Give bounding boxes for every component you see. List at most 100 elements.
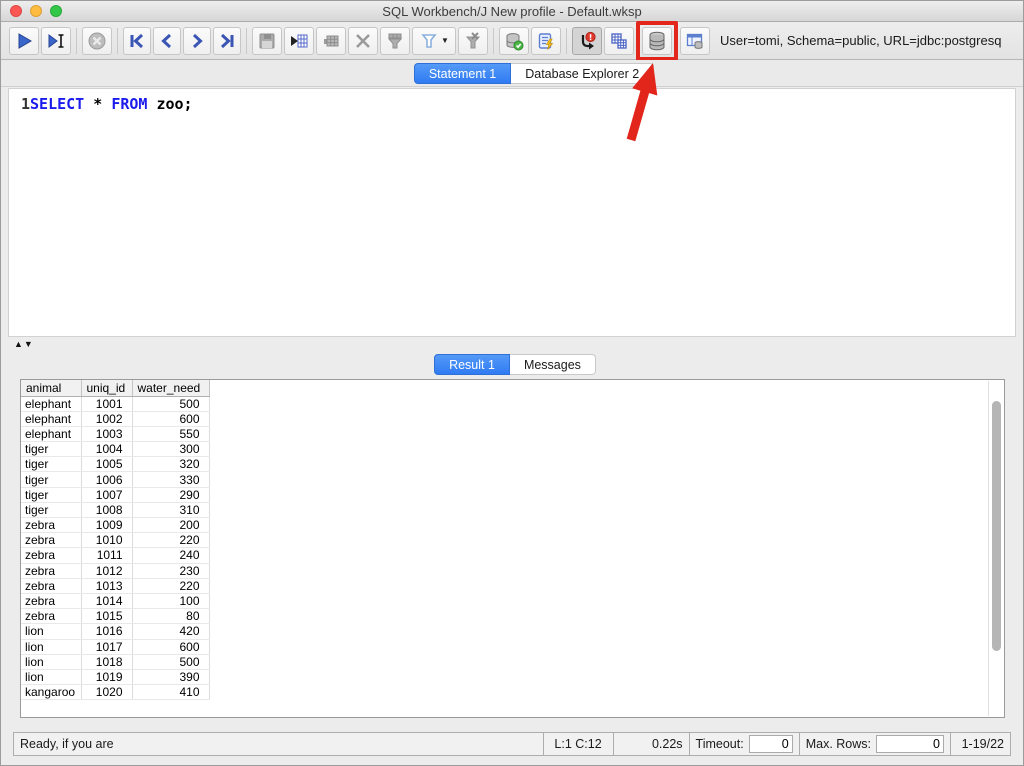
table-cell[interactable]: 220 xyxy=(132,533,209,548)
table-row[interactable]: lion1019390 xyxy=(21,669,209,684)
table-cell[interactable]: 320 xyxy=(132,457,209,472)
table-cell[interactable]: 80 xyxy=(132,609,209,624)
table-cell[interactable]: lion xyxy=(21,654,81,669)
table-row[interactable]: zebra1010220 xyxy=(21,533,209,548)
table-cell[interactable]: 1010 xyxy=(81,533,132,548)
table-cell[interactable]: 1007 xyxy=(81,487,132,502)
sql-editor[interactable]: 1SELECT * FROM zoo; xyxy=(8,88,1016,337)
table-cell[interactable]: 1017 xyxy=(81,639,132,654)
table-cell[interactable]: zebra xyxy=(21,518,81,533)
next-statement-button[interactable] xyxy=(183,27,211,55)
table-cell[interactable]: 200 xyxy=(132,518,209,533)
table-row[interactable]: lion1016420 xyxy=(21,624,209,639)
ignore-errors-toggle[interactable] xyxy=(572,27,602,55)
execute-all-button[interactable] xyxy=(9,27,39,55)
new-window-button[interactable] xyxy=(604,27,634,55)
table-row[interactable]: lion1017600 xyxy=(21,639,209,654)
table-cell[interactable]: 1009 xyxy=(81,518,132,533)
scrollbar-thumb[interactable] xyxy=(992,401,1001,651)
table-cell[interactable]: 1011 xyxy=(81,548,132,563)
table-cell[interactable]: zebra xyxy=(21,548,81,563)
table-cell[interactable]: zebra xyxy=(21,563,81,578)
tab-database-explorer-2[interactable]: Database Explorer 2 xyxy=(511,63,654,84)
table-row[interactable]: tiger1004300 xyxy=(21,442,209,457)
vertical-scrollbar[interactable] xyxy=(988,381,1003,716)
table-cell[interactable]: tiger xyxy=(21,502,81,517)
tab-statement-1[interactable]: Statement 1 xyxy=(414,63,511,84)
table-cell[interactable]: 1016 xyxy=(81,624,132,639)
execute-current-button[interactable] xyxy=(41,27,71,55)
table-cell[interactable]: 1012 xyxy=(81,563,132,578)
table-cell[interactable]: 240 xyxy=(132,548,209,563)
table-row[interactable]: kangaroo1020410 xyxy=(21,685,209,700)
table-cell[interactable]: 1001 xyxy=(81,396,132,411)
table-row[interactable]: elephant1003550 xyxy=(21,426,209,441)
table-cell[interactable]: 1005 xyxy=(81,457,132,472)
tab-result-1[interactable]: Result 1 xyxy=(434,354,510,375)
column-header-uniq-id[interactable]: uniq_id xyxy=(81,380,132,396)
table-cell[interactable]: 410 xyxy=(132,685,209,700)
table-cell[interactable]: zebra xyxy=(21,578,81,593)
last-statement-button[interactable] xyxy=(213,27,241,55)
table-cell[interactable]: tiger xyxy=(21,487,81,502)
table-row[interactable]: zebra1012230 xyxy=(21,563,209,578)
table-row[interactable]: elephant1001500 xyxy=(21,396,209,411)
table-cell[interactable]: elephant xyxy=(21,396,81,411)
table-cell[interactable]: 230 xyxy=(132,563,209,578)
table-cell[interactable]: 500 xyxy=(132,396,209,411)
table-cell[interactable]: 1015 xyxy=(81,609,132,624)
max-rows-input[interactable] xyxy=(876,735,944,753)
timeout-input[interactable] xyxy=(749,735,793,753)
table-cell[interactable]: 1006 xyxy=(81,472,132,487)
table-row[interactable]: elephant1002600 xyxy=(21,411,209,426)
table-cell[interactable]: 1014 xyxy=(81,593,132,608)
table-cell[interactable]: zebra xyxy=(21,593,81,608)
table-cell[interactable]: kangaroo xyxy=(21,685,81,700)
table-cell[interactable]: 1003 xyxy=(81,426,132,441)
connect-database-button[interactable] xyxy=(642,27,672,55)
table-row[interactable]: zebra1011240 xyxy=(21,548,209,563)
table-cell[interactable]: 1018 xyxy=(81,654,132,669)
table-cell[interactable]: 1004 xyxy=(81,442,132,457)
table-cell[interactable]: 290 xyxy=(132,487,209,502)
table-cell[interactable]: 220 xyxy=(132,578,209,593)
commit-button[interactable] xyxy=(499,27,529,55)
table-row[interactable]: tiger1006330 xyxy=(21,472,209,487)
table-cell[interactable]: zebra xyxy=(21,533,81,548)
table-cell[interactable]: tiger xyxy=(21,457,81,472)
table-cell[interactable]: lion xyxy=(21,624,81,639)
table-cell[interactable]: 100 xyxy=(132,593,209,608)
table-row[interactable]: zebra1013220 xyxy=(21,578,209,593)
table-cell[interactable]: 1008 xyxy=(81,502,132,517)
table-cell[interactable]: 300 xyxy=(132,442,209,457)
table-row[interactable]: lion1018500 xyxy=(21,654,209,669)
rollback-button[interactable] xyxy=(531,27,561,55)
table-cell[interactable]: 390 xyxy=(132,669,209,684)
table-cell[interactable]: 1019 xyxy=(81,669,132,684)
table-cell[interactable]: tiger xyxy=(21,442,81,457)
table-cell[interactable]: 500 xyxy=(132,654,209,669)
splitter-handle[interactable]: ▲▼ xyxy=(14,339,34,349)
tab-messages[interactable]: Messages xyxy=(510,354,596,375)
update-database-button[interactable] xyxy=(284,27,314,55)
filter-button[interactable]: ▼ xyxy=(412,27,456,55)
table-cell[interactable]: 550 xyxy=(132,426,209,441)
table-cell[interactable]: 310 xyxy=(132,502,209,517)
table-row[interactable]: zebra1014100 xyxy=(21,593,209,608)
table-cell[interactable]: 420 xyxy=(132,624,209,639)
table-row[interactable]: tiger1007290 xyxy=(21,487,209,502)
table-cell[interactable]: lion xyxy=(21,669,81,684)
table-cell[interactable]: elephant xyxy=(21,411,81,426)
table-row[interactable]: zebra1009200 xyxy=(21,518,209,533)
table-row[interactable]: zebra101580 xyxy=(21,609,209,624)
table-cell[interactable]: 330 xyxy=(132,472,209,487)
first-statement-button[interactable] xyxy=(123,27,151,55)
table-cell[interactable]: 1013 xyxy=(81,578,132,593)
table-cell[interactable]: tiger xyxy=(21,472,81,487)
table-cell[interactable]: zebra xyxy=(21,609,81,624)
filter-dropdown-icon[interactable]: ▼ xyxy=(441,36,449,45)
table-cell[interactable]: lion xyxy=(21,639,81,654)
table-row[interactable]: tiger1005320 xyxy=(21,457,209,472)
table-cell[interactable]: 600 xyxy=(132,639,209,654)
column-header-animal[interactable]: animal xyxy=(21,380,81,396)
